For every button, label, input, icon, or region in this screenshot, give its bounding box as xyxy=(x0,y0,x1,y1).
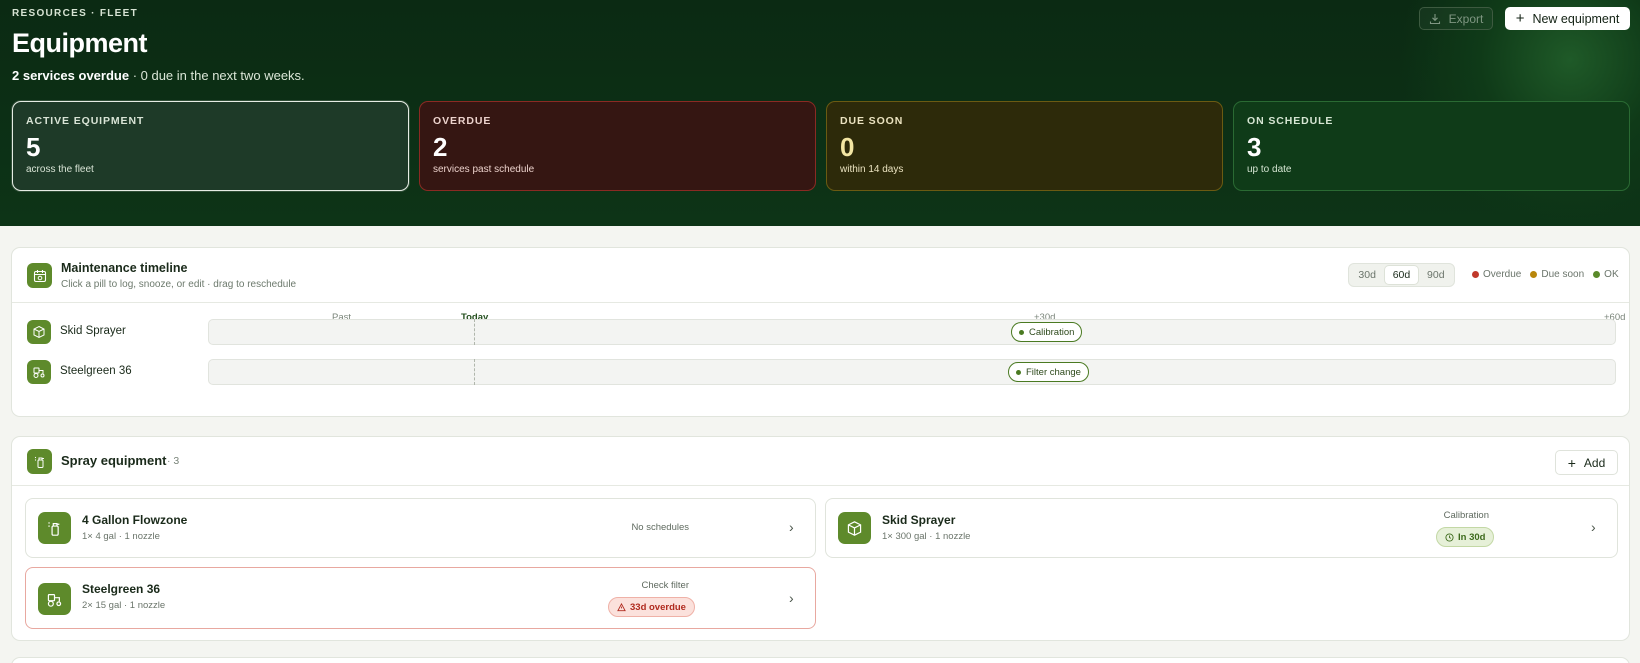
pill-label: Calibration xyxy=(1029,326,1075,338)
schedule-label: Calibration xyxy=(1443,510,1489,521)
badge-label: 33d overdue xyxy=(630,601,686,613)
badge-label: In 30d xyxy=(1458,531,1486,543)
download-icon xyxy=(1429,13,1440,24)
legend-ok: OK xyxy=(1593,269,1619,280)
overdue-dot xyxy=(1472,271,1479,278)
chevron-right-icon: › xyxy=(789,519,794,535)
spray-bottle-icon xyxy=(38,512,71,544)
stat-caption: up to date xyxy=(1247,164,1292,175)
stat-on-schedule[interactable]: ON SCHEDULE 3 up to date xyxy=(1233,101,1630,191)
warning-icon xyxy=(617,602,626,611)
equipment-item-4-gallon-flowzone[interactable]: 4 Gallon Flowzone 1× 4 gal · 1 nozzle No… xyxy=(25,498,816,558)
range-60d[interactable]: 60d xyxy=(1385,266,1418,284)
page-summary: 2 services overdue · 0 due in the next t… xyxy=(12,68,305,83)
timeline-row-name: Steelgreen 36 xyxy=(60,365,132,377)
legend-label: OK xyxy=(1604,269,1619,280)
stat-label: OVERDUE xyxy=(433,115,492,127)
equipment-item-skid-sprayer[interactable]: Skid Sprayer 1× 300 gal · 1 nozzle Calib… xyxy=(825,498,1618,558)
timeline-title: Maintenance timeline xyxy=(61,261,188,275)
equipment-item-steelgreen-36[interactable]: Steelgreen 36 2× 15 gal · 1 nozzle Check… xyxy=(25,567,816,629)
due-summary: · 0 due in the next two weeks. xyxy=(129,68,305,83)
equipment-meta: 2× 15 gal · 1 nozzle xyxy=(82,600,166,611)
legend-overdue: Overdue xyxy=(1472,269,1521,280)
section-count: · 3 xyxy=(167,455,180,467)
timeline-subtitle: Click a pill to log, snooze, or edit · d… xyxy=(61,279,297,290)
plus-icon: + xyxy=(1567,454,1576,471)
stat-caption: within 14 days xyxy=(840,164,904,175)
ok-dot xyxy=(1019,329,1024,335)
divider xyxy=(12,302,1629,303)
equipment-name: Steelgreen 36 xyxy=(82,582,161,596)
timeline-pill-filter-change[interactable]: Filter change xyxy=(1008,362,1089,382)
pill-label: Filter change xyxy=(1026,366,1081,378)
export-button[interactable]: Export xyxy=(1419,7,1493,30)
ok-dot xyxy=(1016,369,1021,375)
legend-due-soon: Due soon xyxy=(1530,269,1584,280)
clock-icon xyxy=(1445,532,1454,542)
legend-label: Due soon xyxy=(1541,269,1585,280)
legend-label: Overdue xyxy=(1483,269,1522,280)
today-marker xyxy=(474,319,475,345)
stat-overdue[interactable]: OVERDUE 2 services past schedule xyxy=(419,101,816,191)
new-equipment-button[interactable]: + New equipment xyxy=(1505,7,1630,30)
timeline-row-name: Skid Sprayer xyxy=(60,325,126,337)
plus-icon: + xyxy=(1515,10,1525,27)
schedule-label: Check filter xyxy=(641,580,689,591)
schedule-label: No schedules xyxy=(631,522,689,533)
stat-due-soon[interactable]: DUE SOON 0 within 14 days xyxy=(826,101,1223,191)
timeline-track xyxy=(208,359,1616,385)
chevron-right-icon: › xyxy=(1591,519,1596,535)
tractor-icon xyxy=(27,360,51,384)
stat-value: 5 xyxy=(26,132,41,162)
timeline-pill-calibration[interactable]: Calibration xyxy=(1011,322,1083,342)
stat-active-equipment[interactable]: ACTIVE EQUIPMENT 5 across the fleet xyxy=(12,101,409,191)
stat-label: DUE SOON xyxy=(840,115,904,127)
equipment-name: 4 Gallon Flowzone xyxy=(82,513,188,527)
divider xyxy=(12,485,1629,486)
add-equipment-button[interactable]: + Add xyxy=(1555,450,1618,475)
new-equipment-label: New equipment xyxy=(1532,11,1620,26)
stat-value: 2 xyxy=(433,132,448,162)
next-section-card xyxy=(11,657,1630,663)
equipment-meta: 1× 300 gal · 1 nozzle xyxy=(882,531,971,542)
ok-dot xyxy=(1593,271,1601,278)
box-icon xyxy=(838,512,871,544)
box-icon xyxy=(27,320,51,344)
section-title: Spray equipment xyxy=(61,453,167,468)
export-label: Export xyxy=(1448,11,1484,26)
range-selector: 30d 60d 90d xyxy=(1348,263,1455,287)
equipment-name: Skid Sprayer xyxy=(882,513,956,527)
timeline-legend: Overdue Due soon OK xyxy=(1472,269,1619,280)
spray-bottle-icon xyxy=(27,449,52,474)
today-marker xyxy=(474,359,475,385)
range-30d[interactable]: 30d xyxy=(1351,266,1383,284)
calendar-icon xyxy=(27,263,52,288)
stat-label: ON SCHEDULE xyxy=(1247,115,1334,127)
tractor-icon xyxy=(38,583,71,615)
maintenance-timeline-card: Maintenance timeline Click a pill to log… xyxy=(11,247,1630,417)
equipment-meta: 1× 4 gal · 1 nozzle xyxy=(82,531,160,542)
stat-caption: across the fleet xyxy=(26,164,94,175)
due-soon-dot xyxy=(1530,271,1538,278)
status-badge: In 30d xyxy=(1436,527,1495,547)
timeline-track xyxy=(208,319,1616,345)
spray-equipment-card: Spray equipment · 3 + Add 4 Gallon Flowz… xyxy=(11,436,1630,641)
stat-label: ACTIVE EQUIPMENT xyxy=(26,115,145,127)
stat-caption: services past schedule xyxy=(433,164,535,175)
status-badge: 33d overdue xyxy=(608,597,695,617)
overdue-summary: 2 services overdue xyxy=(12,68,130,83)
range-90d[interactable]: 90d xyxy=(1420,266,1452,284)
page-header: RESOURCES · FLEET Equipment 2 services o… xyxy=(0,0,1640,226)
chevron-right-icon: › xyxy=(789,590,794,606)
add-label: Add xyxy=(1583,455,1606,470)
stat-value: 3 xyxy=(1247,132,1262,162)
breadcrumb: RESOURCES · FLEET xyxy=(12,8,138,19)
stat-value: 0 xyxy=(840,132,855,162)
page-title: Equipment xyxy=(12,28,148,58)
